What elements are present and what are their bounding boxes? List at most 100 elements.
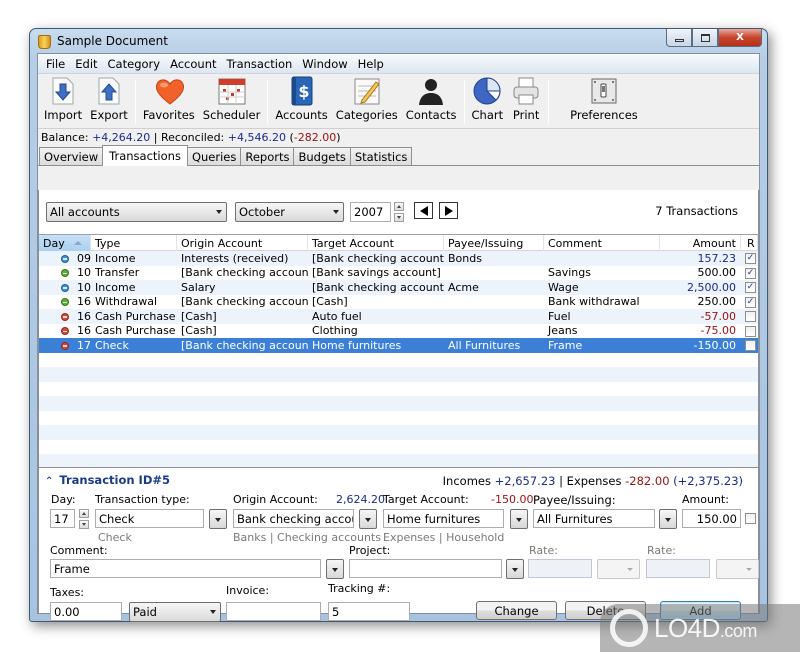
target-account-value: Home furnitures (387, 511, 481, 526)
target-account-input[interactable]: Home furnitures (383, 509, 504, 528)
menu-transaction[interactable]: Transaction (222, 57, 298, 71)
toolbar-preferences-button[interactable]: Preferences (566, 76, 642, 128)
minimize-button[interactable] (666, 29, 692, 47)
account-filter-dropdown[interactable]: All accounts (46, 202, 227, 222)
payee-dropdown-button[interactable] (659, 509, 677, 529)
reconciled-checkbox[interactable]: ✓ (745, 296, 756, 308)
toolbar-accounts-button[interactable]: $ Accounts (271, 76, 331, 128)
toolbar-categories-button[interactable]: Categories (332, 76, 402, 128)
tax-status-dropdown[interactable]: Paid (129, 602, 221, 622)
tracking-input[interactable]: 5 (328, 602, 410, 621)
reconciled-checkbox[interactable] (745, 325, 756, 337)
menu-edit[interactable]: Edit (70, 57, 102, 71)
cell-type: Income (91, 281, 177, 294)
tab-transactions[interactable]: Transactions (102, 145, 188, 166)
transaction-type-dropdown-button[interactable] (209, 509, 227, 529)
table-row[interactable]: 17 Check [Bank checking account] Home furni… (39, 338, 758, 353)
target-account-dropdown-button[interactable] (510, 509, 528, 529)
taxes-input[interactable]: 0.00 (50, 602, 122, 621)
tab-queries[interactable]: Queries (186, 147, 242, 165)
rate-dropdown-2[interactable] (716, 559, 759, 579)
month-filter-dropdown[interactable]: October (235, 202, 344, 222)
day-spinner[interactable] (79, 509, 89, 529)
toolbar-scheduler-button[interactable]: Scheduler (199, 76, 265, 128)
toolbar-contacts-button[interactable]: Contacts (402, 76, 461, 128)
column-header-comment[interactable]: Comment (544, 235, 660, 251)
next-month-button[interactable] (439, 202, 458, 219)
cell-day-value: 09 (77, 251, 91, 265)
title-bar[interactable]: Sample Document X (30, 29, 767, 53)
project-input[interactable] (349, 559, 502, 578)
toolbar-button-label: Favorites (142, 108, 195, 122)
tab-reports[interactable]: Reports (240, 147, 295, 165)
cell-target-value: [Cash] (312, 295, 348, 309)
year-input[interactable]: 2007 (350, 202, 391, 222)
rate-input-1[interactable] (528, 559, 592, 578)
menu-help[interactable]: Help (353, 57, 389, 71)
transaction-type-value: Check (99, 511, 135, 526)
close-button[interactable]: X (718, 29, 762, 47)
menu-window[interactable]: Window (297, 57, 352, 71)
empty-table-row (39, 440, 758, 455)
column-header-amount[interactable]: Amount (660, 235, 741, 251)
comment-dropdown-button[interactable] (326, 559, 344, 579)
project-dropdown-button[interactable] (506, 559, 524, 579)
column-header-target-account[interactable]: Target Account (308, 235, 444, 251)
toolbar-print-button[interactable]: Print (507, 76, 545, 128)
day-input[interactable]: 17 (50, 509, 75, 528)
spin-up-icon[interactable] (79, 509, 89, 518)
toolbar-separator (463, 80, 465, 124)
table-row[interactable]: 10 Transfer [Bank checking account] [Bank s… (39, 266, 758, 281)
origin-account-input[interactable]: Bank checking account (233, 509, 354, 528)
spin-down-icon[interactable] (79, 520, 89, 529)
maximize-button[interactable] (692, 29, 718, 47)
reconciled-checkbox[interactable]: ✓ (745, 282, 756, 294)
spin-down-icon[interactable] (394, 213, 404, 222)
column-header-r[interactable]: R (741, 235, 758, 251)
spin-up-icon[interactable] (394, 202, 404, 211)
rate-dropdown-1[interactable] (597, 559, 640, 579)
table-row[interactable]: 16 Cash Purchase [Cash] Auto fuel Fuel -57.00 (39, 309, 758, 324)
year-spinner[interactable] (394, 202, 404, 222)
target-account-hint: Expenses | Household (383, 531, 505, 544)
tab-statistics[interactable]: Statistics (349, 147, 413, 165)
menu-account[interactable]: Account (165, 57, 221, 71)
status-red-icon (61, 312, 69, 321)
reconciled-checkbox[interactable] (745, 340, 756, 352)
cell-comment-value: Bank withdrawal (548, 295, 640, 309)
column-header-payee-issuing[interactable]: Payee/Issuing (444, 235, 544, 251)
previous-month-button[interactable] (414, 202, 433, 219)
origin-account-dropdown-button[interactable] (359, 509, 377, 529)
comment-input[interactable]: Frame (50, 559, 321, 578)
tab-overview[interactable]: Overview (39, 147, 104, 165)
table-row[interactable]: 16 Cash Purchase [Cash] Clothing Jeans -75.00 (39, 324, 758, 339)
table-row[interactable]: 09 Income Interests (received) [Bank checki… (39, 251, 758, 266)
reconciled-checkbox[interactable]: ✓ (745, 253, 756, 265)
reconciled-checkbox[interactable] (745, 311, 756, 323)
toolbar-favorites-button[interactable]: Favorites (139, 76, 199, 128)
amount-label: Amount: (682, 493, 729, 506)
detail-header[interactable]: ⌃ Transaction ID#5 (45, 473, 170, 487)
tab-budgets[interactable]: Budgets (293, 147, 351, 165)
invoice-input[interactable] (226, 602, 321, 621)
cell-comment-value: Wage (548, 280, 579, 294)
payee-input[interactable]: All Furnitures (533, 509, 655, 528)
amount-input[interactable]: 150.00 (682, 509, 741, 528)
toolbar-export-button[interactable]: Export (86, 76, 132, 128)
rate-input-2[interactable] (646, 559, 710, 578)
transaction-type-input[interactable]: Check (95, 509, 204, 528)
column-header-day[interactable]: Day (39, 235, 91, 251)
change-button[interactable]: Change (476, 601, 557, 620)
menu-file[interactable]: File (41, 57, 70, 71)
toolbar-chart-button[interactable]: Chart (468, 76, 508, 128)
table-row[interactable]: 16 Withdrawal [Bank checking account] [Cash… (39, 295, 758, 310)
amount-reconciled-checkbox[interactable] (745, 513, 756, 524)
table-row[interactable]: 10 Income Salary [Bank checking account] Acm… (39, 280, 758, 295)
cell-comment: Fuel (544, 310, 660, 323)
menu-category[interactable]: Category (103, 57, 166, 71)
status-green-icon (61, 298, 69, 307)
toolbar-import-button[interactable]: Import (40, 76, 86, 128)
reconciled-checkbox[interactable]: ✓ (745, 267, 756, 279)
column-header-type[interactable]: Type (91, 235, 177, 251)
column-header-origin-account[interactable]: Origin Account (177, 235, 308, 251)
